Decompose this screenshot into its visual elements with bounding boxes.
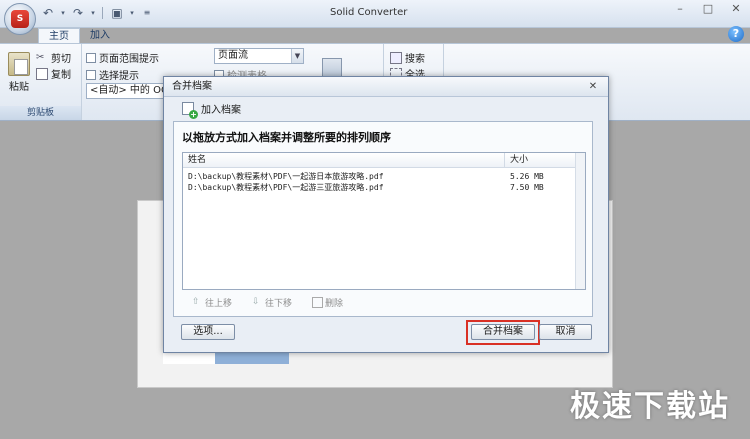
dialog-title-bar: 合并档案 ✕ — [164, 77, 608, 97]
quick-access-toolbar: ↶ ▾ ↷ ▾ ▣ ▾ ≡ — [40, 6, 155, 20]
delete-button[interactable]: 删除 — [312, 296, 343, 309]
clipboard-group: 粘贴 ✂ 剪切 复制 剪贴板 — [0, 44, 82, 120]
selection-hint-label: 选择提示 — [99, 71, 139, 82]
arrow-up-icon: ⇧ — [192, 297, 200, 307]
move-up-button[interactable]: ⇧ 往上移 — [192, 296, 232, 309]
window-controls: – □ ✕ — [666, 0, 750, 18]
page-range-hint-checkbox[interactable]: 页面范围提示 — [86, 50, 159, 65]
delete-icon — [312, 297, 324, 308]
file-name-cell: D:\backup\教程素材\PDF\一起游日本旅游攻略.pdf — [188, 172, 384, 181]
add-file-icon — [182, 102, 198, 119]
vertical-scrollbar[interactable] — [575, 153, 585, 289]
move-toolbar: ⇧ 往上移 ⇩ 往下移 删除 — [192, 296, 343, 309]
tab-add[interactable]: 加入 — [80, 28, 120, 44]
paste-label: 粘贴 — [9, 82, 29, 93]
paste-icon — [8, 52, 30, 76]
scissors-icon: ✂ — [36, 51, 45, 63]
cut-button[interactable]: ✂ 剪切 — [36, 50, 71, 66]
tab-home[interactable]: 主页 — [38, 28, 80, 44]
page-range-hint-label: 页面范围提示 — [99, 54, 159, 65]
undo-dropdown-icon[interactable]: ▾ — [60, 6, 66, 20]
save-dropdown-icon[interactable]: ▾ — [129, 6, 135, 20]
qat-separator — [102, 7, 103, 19]
help-icon[interactable]: ? — [728, 26, 744, 42]
customize-qat-icon[interactable]: ≡ — [139, 6, 155, 20]
copy-label: 复制 — [51, 70, 71, 81]
file-size-cell: 5.26 MB — [510, 172, 544, 181]
search-button[interactable]: 搜索 — [390, 50, 425, 65]
copy-icon — [36, 67, 48, 80]
checkbox-box — [86, 52, 96, 63]
file-name-cell: D:\backup\教程素材\PDF\一起游三亚旅游攻略.pdf — [188, 183, 384, 192]
copy-button[interactable]: 复制 — [36, 66, 71, 81]
column-header-name[interactable]: 姓名 — [183, 153, 505, 167]
merge-files-button[interactable]: 合并档案 — [471, 324, 535, 340]
search-label: 搜索 — [405, 54, 425, 65]
delete-label: 删除 — [325, 299, 344, 309]
dialog-title: 合并档案 — [172, 81, 212, 92]
move-up-label: 往上移 — [205, 299, 233, 309]
chevron-down-icon: ▼ — [291, 49, 303, 63]
ribbon-tabs: 主页 加入 — [38, 28, 120, 44]
maximize-button[interactable]: □ — [694, 0, 722, 18]
title-bar: ↶ ▾ ↷ ▾ ▣ ▾ ≡ Solid Converter – □ ✕ — [0, 0, 750, 28]
column-header-size[interactable]: 大小 — [505, 153, 575, 167]
cancel-button[interactable]: 取消 — [539, 324, 592, 340]
cut-label: 剪切 — [51, 54, 71, 65]
options-button[interactable]: 选项... — [181, 324, 235, 340]
undo-icon[interactable]: ↶ — [40, 6, 56, 20]
redo-icon[interactable]: ↷ — [70, 6, 86, 20]
move-down-label: 往下移 — [265, 299, 293, 309]
window-title: Solid Converter — [330, 7, 408, 18]
move-down-button[interactable]: ⇩ 往下移 — [252, 296, 292, 309]
redo-dropdown-icon[interactable]: ▾ — [90, 6, 96, 20]
page-flow-combo[interactable]: 页面流 ▼ — [214, 48, 304, 64]
file-list-panel: 以拖放方式加入档案并调整所要的排列顺序 姓名 大小 D:\backup\教程素材… — [173, 121, 593, 317]
save-icon[interactable]: ▣ — [109, 6, 125, 20]
clipboard-group-label: 剪贴板 — [0, 106, 81, 120]
paste-button[interactable]: 粘贴 — [8, 52, 30, 93]
page-flow-value: 页面流 — [218, 50, 248, 61]
site-watermark: 极速下载站 — [570, 389, 730, 424]
dialog-close-button[interactable]: ✕ — [584, 80, 602, 94]
panel-heading: 以拖放方式加入档案并调整所要的排列顺序 — [182, 131, 391, 144]
add-files-label: 加入档案 — [201, 105, 241, 116]
arrow-down-icon: ⇩ — [252, 297, 260, 307]
merge-files-dialog: 合并档案 ✕ 加入档案 以拖放方式加入档案并调整所要的排列顺序 姓名 大小 D:… — [163, 76, 609, 353]
app-menu-button[interactable]: S — [4, 3, 36, 35]
file-size-cell: 7.50 MB — [510, 183, 544, 192]
file-list-header: 姓名 大小 — [183, 153, 585, 168]
checkbox-box — [86, 69, 96, 80]
table-row[interactable]: D:\backup\教程素材\PDF\一起游日本旅游攻略.pdf 5.26 MB — [183, 171, 585, 182]
file-list[interactable]: 姓名 大小 D:\backup\教程素材\PDF\一起游日本旅游攻略.pdf 5… — [182, 152, 586, 290]
search-icon — [390, 51, 402, 64]
close-window-button[interactable]: ✕ — [722, 0, 750, 18]
add-files-button[interactable]: 加入档案 — [182, 101, 241, 119]
table-row[interactable]: D:\backup\教程素材\PDF\一起游三亚旅游攻略.pdf 7.50 MB — [183, 182, 585, 193]
app-logo-icon: S — [11, 10, 29, 28]
minimize-button[interactable]: – — [666, 0, 694, 18]
selection-hint-checkbox[interactable]: 选择提示 — [86, 67, 139, 82]
